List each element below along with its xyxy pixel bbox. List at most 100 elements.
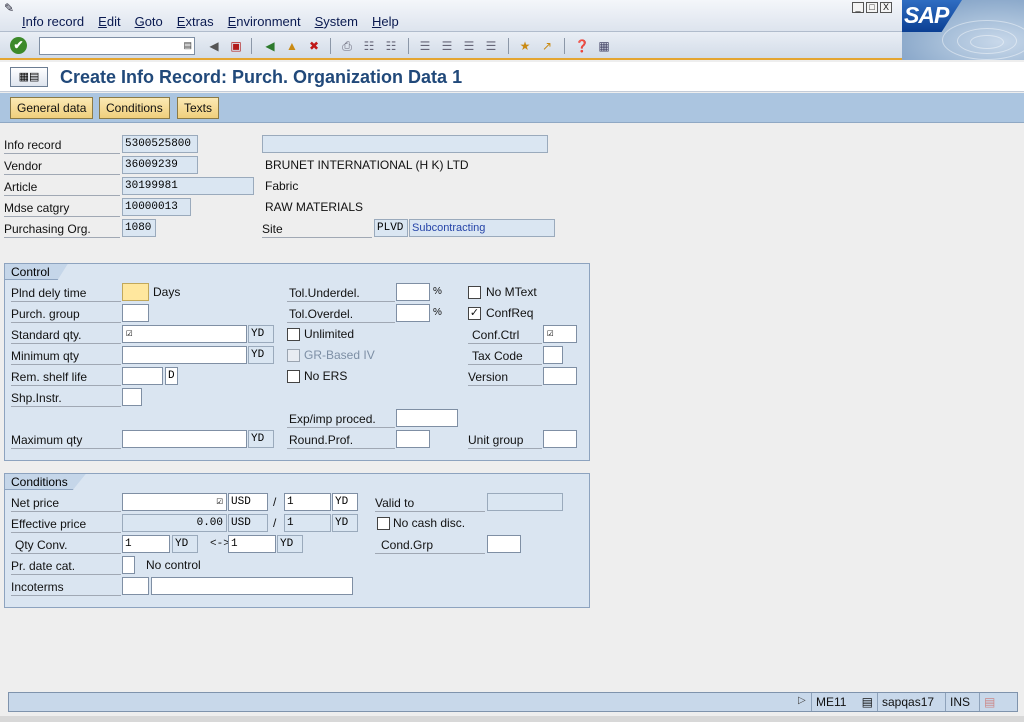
incoterms-field[interactable] <box>122 577 149 595</box>
help-icon[interactable]: ❓ <box>574 38 590 54</box>
article-description: Fabric <box>265 179 299 193</box>
menu-help[interactable]: Help <box>372 14 399 29</box>
confreq-checkbox[interactable]: ✓ <box>468 307 481 320</box>
next-page-icon[interactable]: ☰ <box>461 38 477 54</box>
effective-price-per: 1 <box>284 514 331 532</box>
qty-conv-arrow: <-> <box>210 538 230 550</box>
status-lock-icon: ▤ <box>979 693 1007 711</box>
no-mtext-checkbox[interactable] <box>468 286 481 299</box>
version-label: Version <box>468 368 542 386</box>
exit-icon[interactable]: ▲ <box>284 38 300 54</box>
pr-date-cat-field[interactable] <box>122 556 135 574</box>
shortcut-icon[interactable]: ↗ <box>539 38 555 54</box>
status-expand-icon[interactable]: ▷ <box>798 695 806 706</box>
general-data-button[interactable]: General data <box>10 97 94 119</box>
tol-overdel-unit: % <box>433 307 442 318</box>
shp-instr-field[interactable] <box>122 388 142 406</box>
effective-price-field: 0.00 <box>122 514 227 532</box>
no-cash-disc-label: No cash disc. <box>393 516 466 530</box>
standard-qty-field[interactable]: ☑ <box>122 325 247 343</box>
mdse-catgry-field: 10000013 <box>122 198 191 216</box>
minimize-icon[interactable]: _ <box>852 2 864 13</box>
status-transaction: ME11 ▤ <box>811 693 877 711</box>
purchasing-org-field: 1080 <box>122 219 156 237</box>
menu-list: Info record Edit Goto Extras Environment… <box>22 14 399 29</box>
tol-overdel-label: Tol.Overdel. <box>287 305 395 323</box>
unit-group-field[interactable] <box>543 430 577 448</box>
rem-shelf-life-field[interactable] <box>122 367 163 385</box>
tax-code-field[interactable] <box>543 346 563 364</box>
control-group-title: Control <box>5 264 68 280</box>
qty-conv-right-field[interactable]: 1 <box>228 535 276 553</box>
qty-conv-left-field[interactable]: 1 <box>122 535 170 553</box>
tol-underdel-unit: % <box>433 286 442 297</box>
maximum-qty-field[interactable] <box>122 430 247 448</box>
menu-environment[interactable]: Environment <box>228 14 301 29</box>
minimum-qty-field[interactable] <box>122 346 247 364</box>
command-field[interactable]: ▤ <box>39 37 195 55</box>
first-page-icon[interactable]: ☰ <box>417 38 433 54</box>
conditions-button[interactable]: Conditions <box>99 97 170 119</box>
restore-icon[interactable]: □ <box>866 2 878 13</box>
tol-underdel-field[interactable] <box>396 283 430 301</box>
back-icon[interactable]: ◀ <box>262 38 278 54</box>
find-next-icon[interactable]: ☷ <box>383 38 399 54</box>
tol-overdel-field[interactable] <box>396 304 430 322</box>
vendor-article-toggle-icon[interactable]: ▦▤ <box>10 67 48 87</box>
system-menu-icon[interactable]: ✎ <box>4 1 20 15</box>
net-price-currency[interactable]: USD <box>228 493 268 511</box>
no-ers-checkbox[interactable] <box>287 370 300 383</box>
close-window-icon[interactable]: X <box>880 2 892 13</box>
gr-based-iv-label: GR-Based IV <box>304 348 375 362</box>
menu-extras[interactable]: Extras <box>177 14 214 29</box>
enter-icon[interactable]: ✔ <box>10 37 27 54</box>
net-price-field[interactable]: ☑ <box>122 493 227 511</box>
plnd-dely-time-label: Plnd dely time <box>11 284 121 302</box>
cond-grp-field[interactable] <box>487 535 521 553</box>
required-check-icon: ☑ <box>126 328 133 340</box>
unlimited-checkbox[interactable] <box>287 328 300 341</box>
menu-goto[interactable]: Goto <box>135 14 163 29</box>
vendor-field: 36009239 <box>122 156 198 174</box>
rem-shelf-life-unit[interactable]: D <box>165 367 178 385</box>
command-history-icon[interactable]: ▤ <box>183 40 192 51</box>
main-content: Info record 5300525800 Vendor 36009239 B… <box>0 124 1024 690</box>
conf-ctrl-field[interactable]: ☑ <box>543 325 577 343</box>
purch-group-field[interactable] <box>122 304 149 322</box>
maximum-qty-unit: YD <box>248 430 274 448</box>
lock-icon: ▤ <box>984 695 996 709</box>
tax-code-label: Tax Code <box>468 347 542 365</box>
create-session-icon[interactable]: ★ <box>517 38 533 54</box>
qty-conv-label: Qty Conv. <box>11 536 121 554</box>
save-icon[interactable]: ▣ <box>228 38 244 54</box>
required-check-icon: ☑ <box>216 496 223 508</box>
texts-button[interactable]: Texts <box>177 97 220 119</box>
minimum-qty-unit: YD <box>248 346 274 364</box>
unlimited-label: Unlimited <box>304 327 355 341</box>
round-prof-field[interactable] <box>396 430 430 448</box>
menu-system[interactable]: System <box>315 14 358 29</box>
net-price-unit[interactable]: YD <box>332 493 358 511</box>
site-description-field: Subcontracting <box>409 219 555 237</box>
session-info-icon[interactable]: ▤ <box>862 693 873 711</box>
plnd-dely-time-field[interactable] <box>122 283 149 301</box>
previous-page-icon[interactable]: ☰ <box>439 38 455 54</box>
no-cash-disc-checkbox[interactable] <box>377 517 390 530</box>
net-price-per[interactable]: 1 <box>284 493 331 511</box>
pr-date-cat-description: No control <box>146 558 201 572</box>
find-icon[interactable]: ☷ <box>361 38 377 54</box>
menu-edit[interactable]: Edit <box>98 14 120 29</box>
print-icon[interactable]: ⎙ <box>339 38 355 54</box>
menu-info-record[interactable]: Info record <box>22 14 84 29</box>
exp-imp-proced-field[interactable] <box>396 409 458 427</box>
back-arrow-small-icon[interactable]: ◀ <box>206 38 222 54</box>
no-mtext-label: No MText <box>486 285 537 299</box>
incoterms-location-field[interactable] <box>151 577 353 595</box>
cancel-icon[interactable]: ✖ <box>306 38 322 54</box>
info-record-description-field <box>262 135 548 153</box>
version-field[interactable] <box>543 367 577 385</box>
purch-group-label: Purch. group <box>11 305 121 323</box>
article-label: Article <box>4 178 120 196</box>
last-page-icon[interactable]: ☰ <box>483 38 499 54</box>
layout-menu-icon[interactable]: ▦ <box>596 38 612 54</box>
